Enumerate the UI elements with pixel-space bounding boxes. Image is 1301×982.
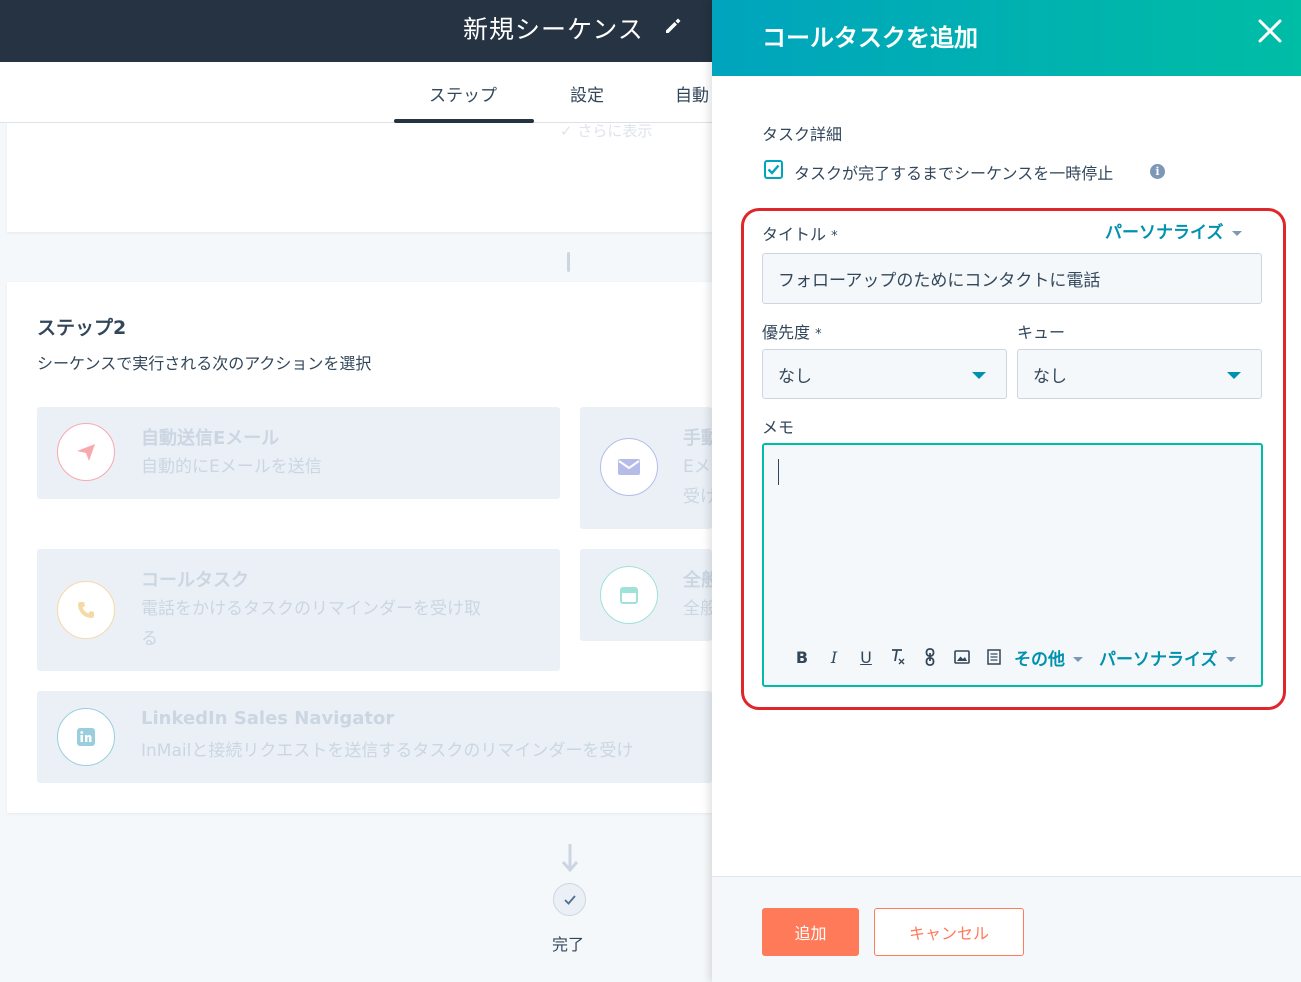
memo-personalize-dropdown[interactable]: パーソナライズ [1099, 645, 1236, 670]
task-details-heading: タスク詳細 [762, 125, 843, 144]
snippet-icon[interactable] [978, 646, 1010, 668]
title-personalize-dropdown[interactable]: パーソナライズ [1105, 218, 1242, 243]
caret-down-icon [1231, 230, 1242, 236]
chevron-down-icon [1227, 372, 1241, 379]
bold-button[interactable]: B [786, 646, 818, 668]
sequence-tabs: ステップ 設定 自動 [0, 62, 712, 123]
step2-title: ステップ2 [37, 317, 127, 339]
underline-button[interactable]: U [850, 646, 882, 668]
panel-title: コールタスクを追加 [762, 24, 978, 52]
option-title: コールタスク [141, 570, 249, 591]
sequence-header-bar: 新規シーケンス [0, 0, 712, 62]
complete-label: 完了 [552, 935, 585, 954]
chevron-down-icon [972, 372, 986, 379]
tab-steps[interactable]: ステップ [429, 81, 497, 106]
italic-button[interactable]: I [818, 646, 850, 668]
memo-label: メモ [762, 418, 795, 437]
sequence-title: 新規シーケンス [463, 15, 644, 44]
option-title: 自動送信Eメール [141, 428, 280, 449]
step1-card: ✓ さらに表示 [7, 122, 712, 232]
cancel-button[interactable]: キャンセル [874, 908, 1024, 956]
caret-down-icon [1073, 657, 1083, 662]
step2-subtitle: シーケンスで実行される次のアクションを選択 [37, 354, 372, 373]
calendar-icon [600, 566, 658, 624]
queue-select[interactable]: なし [1017, 349, 1262, 399]
title-input[interactable]: フォローアップのためにコンタクトに電話 [762, 253, 1262, 304]
image-icon[interactable] [946, 646, 978, 668]
pause-sequence-label[interactable]: タスクが完了するまでシーケンスを一時停止 [794, 160, 1113, 184]
panel-footer: 追加 キャンセル [712, 876, 1301, 982]
text-cursor [778, 459, 779, 485]
option-desc: 自動的にEメールを送信 [141, 457, 322, 477]
linkedin-icon [57, 708, 115, 766]
title-label: タイトル * [762, 225, 838, 244]
link-icon[interactable] [914, 646, 946, 668]
clear-format-icon[interactable] [882, 646, 914, 668]
show-more-link: ✓ さらに表示 [560, 122, 653, 140]
panel-header: コールタスクを追加 [712, 0, 1301, 76]
complete-check-icon [553, 883, 586, 916]
option-desc: InMailと接続リクエストを送信するタスクのリマインダーを受け [141, 741, 634, 761]
close-icon[interactable] [1257, 18, 1283, 44]
option-linkedin[interactable]: LinkedIn Sales Navigator InMailと接続リクエストを… [37, 691, 712, 783]
arrow-down-icon [561, 844, 579, 873]
option-desc-line2: る [141, 629, 158, 649]
rich-text-toolbar: B I U その他 パーソナライズ [786, 645, 1236, 670]
info-icon[interactable]: i [1150, 164, 1165, 179]
step2-card: ステップ2 シーケンスで実行される次のアクションを選択 自動送信Eメール 自動的… [7, 282, 719, 813]
paper-plane-icon [57, 423, 115, 481]
option-auto-email[interactable]: 自動送信Eメール 自動的にEメールを送信 [37, 407, 560, 499]
priority-label: 優先度 * [762, 323, 822, 342]
queue-label: キュー [1017, 323, 1066, 342]
priority-select[interactable]: なし [762, 349, 1007, 399]
step-connector [567, 252, 570, 272]
memo-editor[interactable]: B I U その他 パーソナライズ [762, 443, 1263, 687]
pencil-icon[interactable] [663, 16, 683, 36]
option-manual-email[interactable]: 手動 Eメ 受け [580, 407, 719, 529]
more-formatting-dropdown[interactable]: その他 [1014, 645, 1083, 670]
envelope-icon [600, 438, 658, 496]
option-general-task[interactable]: 全般 全般 [580, 549, 719, 641]
tab-automation[interactable]: 自動 [675, 81, 709, 106]
option-desc-line1: Eメ [683, 457, 711, 477]
option-call-task[interactable]: コールタスク 電話をかけるタスクのリマインダーを受け取 る [37, 549, 560, 671]
caret-down-icon [1225, 657, 1236, 662]
tab-settings[interactable]: 設定 [570, 81, 604, 106]
phone-icon [57, 581, 115, 639]
add-call-task-panel: コールタスクを追加 タスク詳細 タスクが完了するまでシーケンスを一時停止 i タ… [712, 0, 1301, 982]
option-desc-line1: 電話をかけるタスクのリマインダーを受け取 [141, 599, 481, 619]
pause-sequence-checkbox[interactable] [764, 160, 783, 179]
add-button[interactable]: 追加 [762, 908, 859, 956]
option-title: LinkedIn Sales Navigator [141, 708, 395, 729]
